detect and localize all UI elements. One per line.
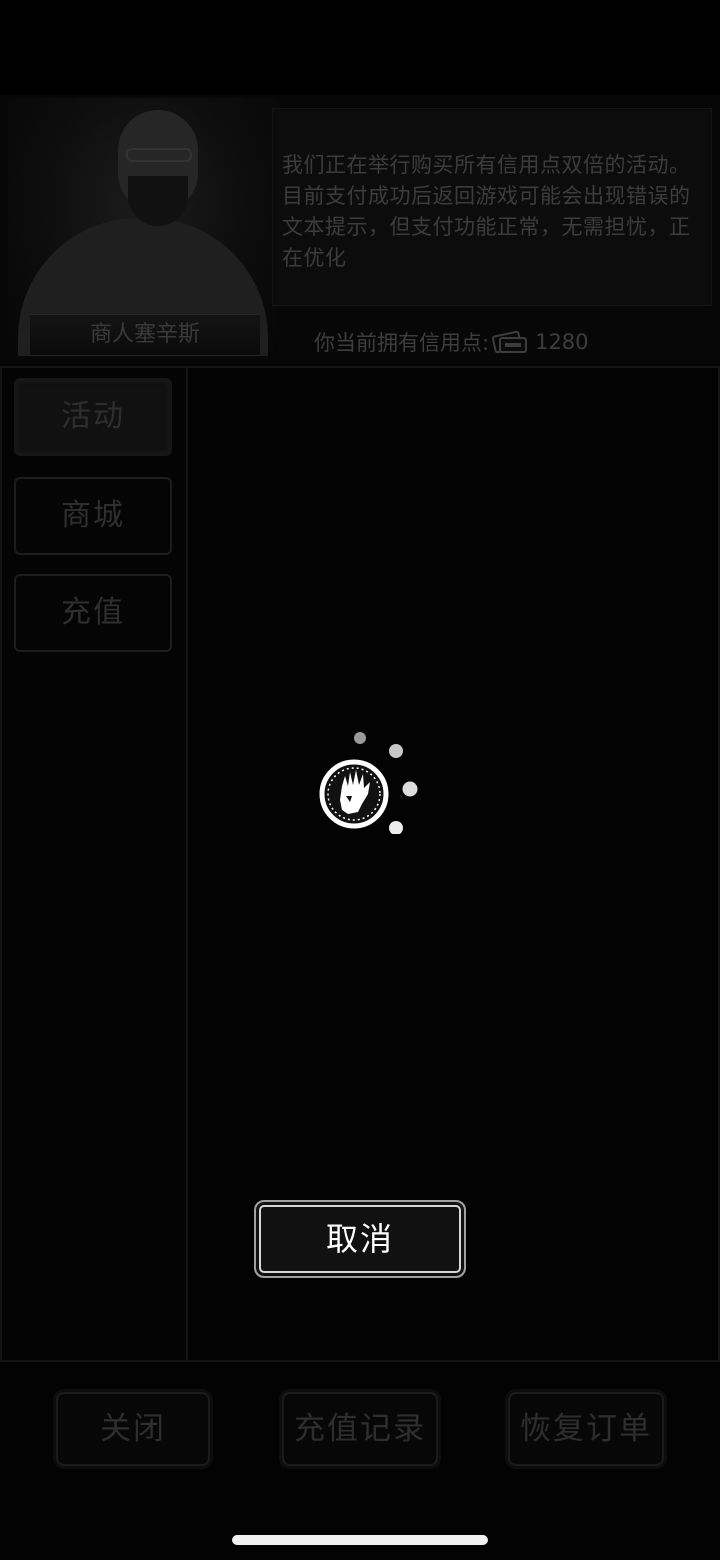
credits-label: 你当前拥有信用点: [314, 331, 490, 355]
notice-text: 我们正在举行购买所有信用点双倍的活动。目前支付成功后返回游戏可能会出现错误的文本… [282, 153, 691, 270]
sidebar-item-activity[interactable]: 活动 [14, 378, 172, 456]
recharge-history-button[interactable]: 充值记录 [282, 1392, 438, 1466]
sidebar-item-recharge[interactable]: 充值 [14, 574, 172, 652]
zombie-hand-spinner-icon [318, 730, 422, 835]
sidebar-item-store[interactable]: 商城 [14, 477, 172, 555]
restore-orders-button[interactable]: 恢复订单 [508, 1392, 664, 1466]
home-indicator[interactable] [232, 1535, 488, 1545]
merchant-name: 商人塞辛斯 [30, 314, 260, 356]
cancel-button[interactable]: 取消 [254, 1200, 466, 1278]
credits-value: 1280 [535, 330, 589, 354]
close-button[interactable]: 关闭 [56, 1392, 210, 1466]
ticket-icon [491, 330, 528, 354]
merchant-glasses [126, 148, 192, 162]
credits-row: 你当前拥有信用点: 1280 [314, 326, 589, 358]
